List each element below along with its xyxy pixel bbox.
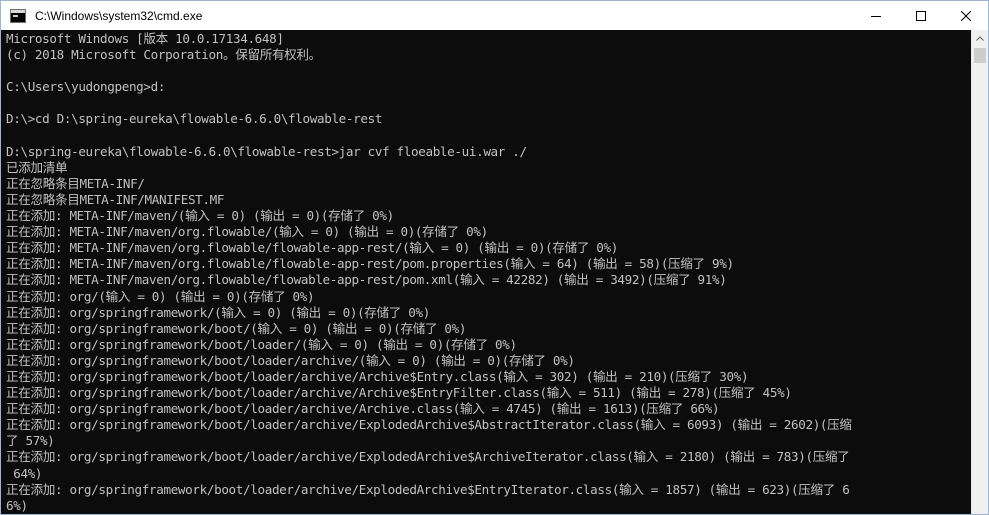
minimize-icon bbox=[870, 15, 881, 17]
console-line: (c) 2018 Microsoft Corporation。保留所有权利。 bbox=[6, 47, 321, 63]
console-line: C:\Users\yudongpeng>d: bbox=[6, 79, 166, 95]
console-line: D:\>cd D:\spring-eureka\flowable-6.6.0\f… bbox=[6, 111, 383, 127]
console-line: 正在添加: org/(输入 = 0) (输出 = 0)(存储了 0%) bbox=[6, 288, 315, 304]
console-line: Microsoft Windows [版本 10.0.17134.648] bbox=[6, 31, 284, 46]
console-line: 正在添加: org/springframework/boot/loader/ar… bbox=[6, 417, 852, 433]
console-line: 正在添加: org/springframework/boot/loader/ar… bbox=[6, 401, 720, 417]
close-icon bbox=[960, 10, 971, 21]
console-line: 正在添加: org/springframework/(输入 = 0) (输出 =… bbox=[6, 304, 430, 320]
minimize-button[interactable] bbox=[853, 1, 898, 30]
console-line: 正在添加: org/springframework/boot/loader/ar… bbox=[6, 449, 850, 465]
close-button[interactable] bbox=[943, 1, 988, 30]
window-title: C:\Windows\system32\cmd.exe bbox=[35, 8, 203, 23]
cmd-app-icon[interactable] bbox=[10, 8, 26, 23]
cmd-window: C:\Windows\system32\cmd.exe Microsoft Wi… bbox=[0, 0, 989, 515]
console-line: 正在添加: META-INF/maven/org.flowable/(输入 = … bbox=[6, 224, 488, 240]
console-line: 正在忽略条目META-INF/ bbox=[6, 175, 145, 191]
chevron-up-icon bbox=[976, 36, 984, 41]
console-line: 正在添加: META-INF/maven/(输入 = 0) (输出 = 0)(存… bbox=[6, 208, 394, 224]
console-line: 正在添加: META-INF/maven/org.flowable/flowab… bbox=[6, 240, 618, 256]
console-text: Microsoft Windows [版本 10.0.17134.648] (c)… bbox=[6, 31, 971, 514]
console-line: 正在添加: org/springframework/boot/loader/(输… bbox=[6, 336, 517, 352]
console-line: 6%) bbox=[6, 497, 28, 513]
scrollbar-thumb[interactable] bbox=[974, 48, 986, 63]
console-line: 64%) bbox=[6, 465, 43, 481]
vertical-scrollbar[interactable] bbox=[971, 30, 988, 514]
console-line: 正在添加: org/springframework/boot/loader/ar… bbox=[6, 385, 792, 401]
console-line: 正在添加: META-INF/maven/org.flowable/flowab… bbox=[6, 272, 727, 288]
scroll-up-button[interactable] bbox=[972, 30, 988, 47]
maximize-button[interactable] bbox=[898, 1, 943, 30]
console-line: 正在添加: org/springframework/boot/(输入 = 0) … bbox=[6, 320, 467, 336]
console-line: 已添加清单 bbox=[6, 159, 68, 175]
window-controls bbox=[853, 1, 988, 30]
console-line: 正在忽略条目META-INF/MANIFEST.MF bbox=[6, 191, 225, 207]
console-output[interactable]: Microsoft Windows [版本 10.0.17134.648] (c)… bbox=[1, 30, 971, 514]
title-bar[interactable]: C:\Windows\system32\cmd.exe bbox=[1, 1, 988, 30]
console-line: D:\spring-eureka\flowable-6.6.0\flowable… bbox=[6, 143, 527, 159]
console-line: 了 57%) bbox=[6, 433, 55, 449]
console-line: 正在添加: org/springframework/boot/loader/ar… bbox=[6, 368, 749, 384]
maximize-icon bbox=[915, 10, 926, 21]
console-line: 正在添加: META-INF/maven/org.flowable/flowab… bbox=[6, 256, 734, 272]
console-line: 正在添加: org/springframework/boot/loader/ar… bbox=[6, 352, 575, 368]
console-line: 正在添加: org/springframework/boot/loader/ar… bbox=[6, 481, 850, 497]
